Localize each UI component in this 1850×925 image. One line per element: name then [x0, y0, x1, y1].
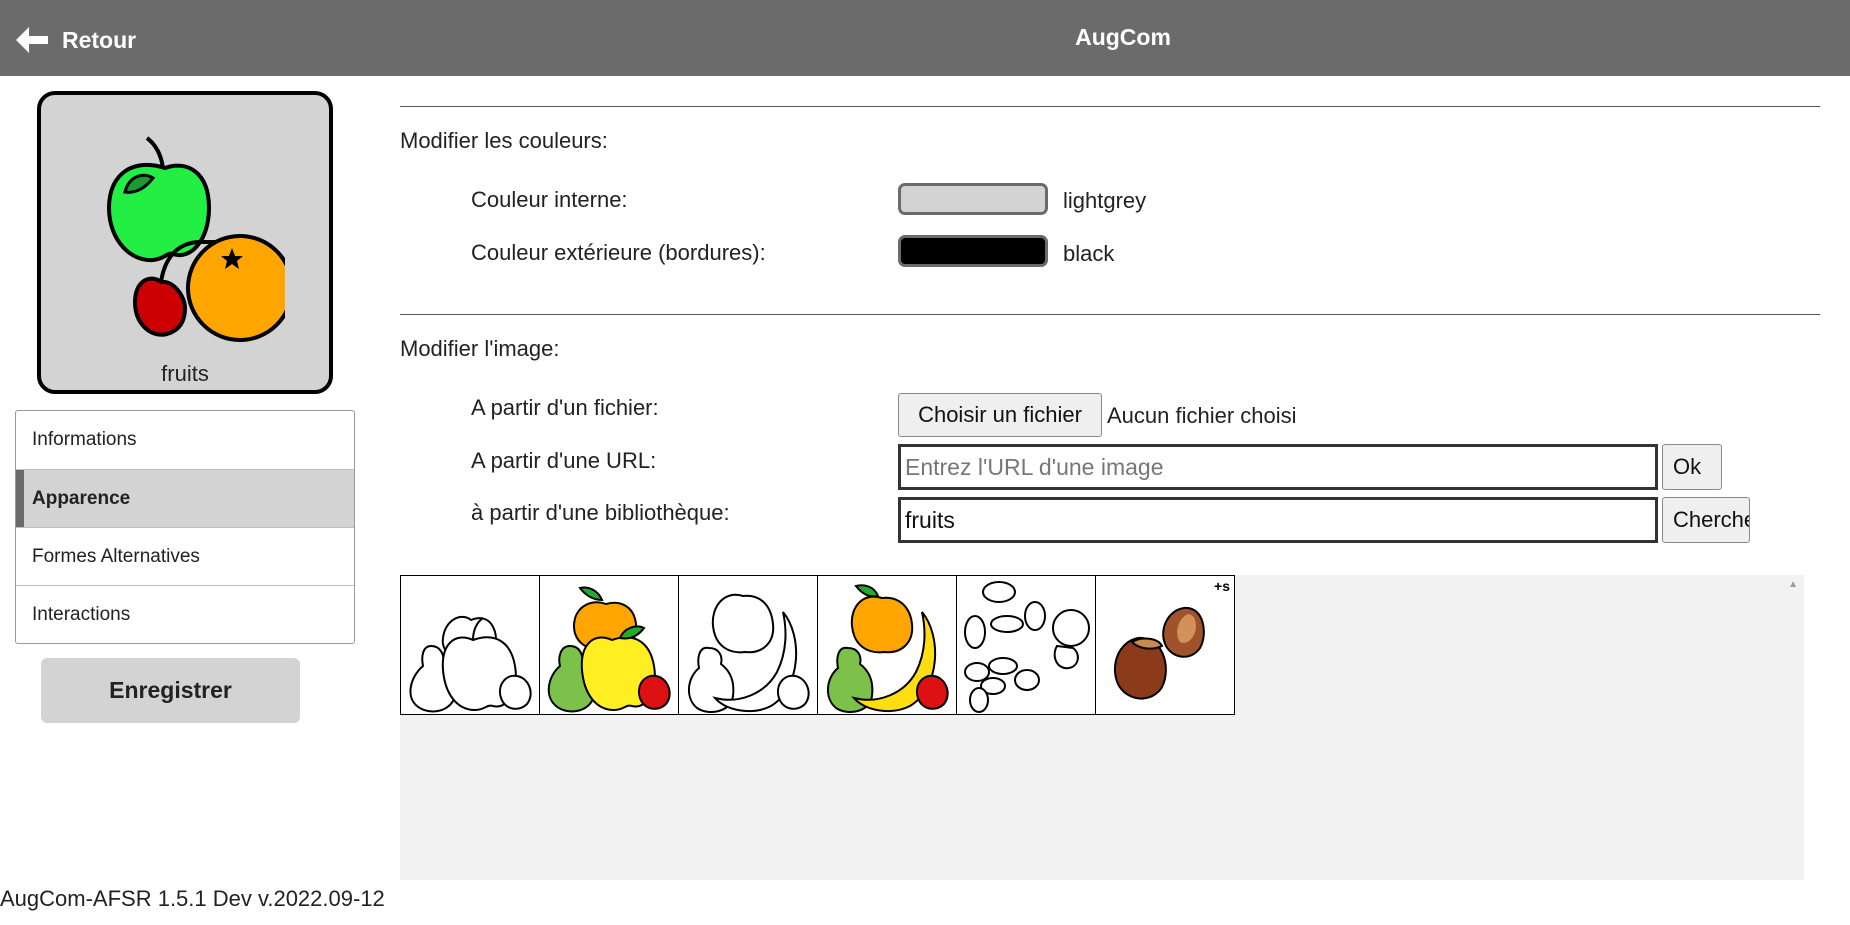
- settings-menu: Informations Apparence Formes Alternativ…: [15, 410, 355, 644]
- fruits-banana-color-icon: [827, 584, 949, 713]
- fruits-outline-icon: [409, 615, 532, 713]
- version-footer: AugCom-AFSR 1.5.1 Dev v.2022.09-12: [0, 886, 385, 911]
- save-button[interactable]: Enregistrer: [41, 658, 300, 723]
- colors-section-title: Modifier les couleurs:: [400, 128, 608, 153]
- menu-item-label: Informations: [32, 429, 137, 450]
- scroll-up-icon[interactable]: ▲: [1788, 579, 1798, 590]
- fruits-banana-outline-icon: [688, 593, 810, 713]
- inner-color-picker[interactable]: [898, 183, 1048, 215]
- menu-item-label: Apparence: [32, 487, 131, 509]
- library-label: à partir d'une bibliothèque:: [471, 500, 730, 525]
- fruits-pictogram: [106, 136, 285, 342]
- menu-item-apparence[interactable]: Apparence: [16, 469, 354, 527]
- url-label: A partir d'une URL:: [471, 448, 657, 473]
- file-label: A partir d'un fichier:: [471, 395, 659, 420]
- menu-item-label: Interactions: [32, 603, 131, 625]
- file-status: Aucun fichier choisi: [1107, 403, 1297, 428]
- library-search-button[interactable]: Chercher: [1662, 497, 1750, 543]
- button-preview: fruits: [37, 91, 333, 394]
- image-section-title: Modifier l'image:: [400, 336, 560, 361]
- outer-color-picker[interactable]: [898, 235, 1048, 267]
- divider: [400, 106, 1820, 107]
- result-thumbnail[interactable]: [817, 575, 957, 715]
- menu-item-interactions[interactable]: Interactions: [16, 585, 354, 643]
- result-thumbnail[interactable]: [539, 575, 679, 715]
- library-results[interactable]: ▲ +s: [400, 575, 1804, 880]
- divider: [400, 314, 1820, 315]
- library-search-input[interactable]: [898, 497, 1658, 543]
- result-thumbnail[interactable]: [956, 575, 1096, 715]
- nuts-outline-icon: [964, 581, 1090, 713]
- outer-color-value: black: [1063, 241, 1115, 266]
- inner-color-value: lightgrey: [1063, 188, 1147, 213]
- inner-color-label: Couleur interne:: [471, 187, 628, 212]
- hazelnuts-color-icon: [1113, 606, 1205, 700]
- result-thumbnail[interactable]: [400, 575, 540, 715]
- menu-item-formes-alternatives[interactable]: Formes Alternatives: [16, 527, 354, 585]
- url-ok-button[interactable]: Ok: [1662, 444, 1722, 490]
- menu-item-label: Formes Alternatives: [32, 545, 200, 567]
- url-input[interactable]: [898, 444, 1658, 490]
- top-bar: Retour AugCom: [0, 0, 1850, 76]
- preview-label: fruits: [161, 361, 209, 386]
- plural-badge: +s: [1214, 578, 1230, 594]
- result-thumbnail[interactable]: +s: [1095, 575, 1235, 715]
- outer-color-label: Couleur extérieure (bordures):: [471, 240, 766, 265]
- choose-file-button[interactable]: Choisir un fichier: [898, 393, 1102, 437]
- result-thumbnail[interactable]: [678, 575, 818, 715]
- menu-item-informations[interactable]: Informations: [16, 411, 354, 469]
- app-title: AugCom: [1075, 24, 1171, 50]
- fruits-color-icon: [547, 586, 671, 713]
